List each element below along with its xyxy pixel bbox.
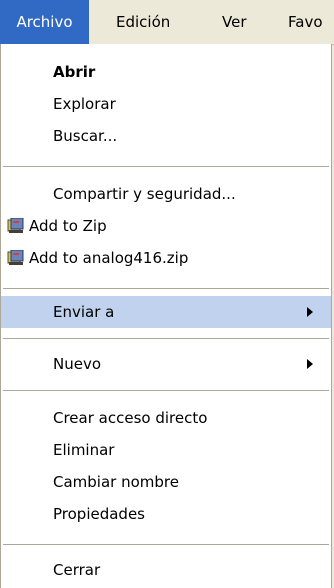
menu-separator <box>3 390 329 391</box>
menu-item-nuevo[interactable]: Nuevo <box>1 348 331 380</box>
winzip-icon <box>7 218 24 233</box>
menu-item-label: Nuevo <box>53 355 102 373</box>
menu-item-enviar-a[interactable]: Enviar a <box>1 296 331 328</box>
menu-separator <box>3 338 329 339</box>
menu-edicion[interactable]: Edición <box>104 0 182 44</box>
menu-item-compartir[interactable]: Compartir y seguridad... <box>1 178 331 210</box>
winzip-icon <box>7 250 24 265</box>
menu-archivo[interactable]: Archivo <box>0 0 89 44</box>
menu-separator <box>3 166 329 167</box>
menu-ver[interactable]: Ver <box>210 0 259 44</box>
menu-item-abrir[interactable]: Abrir <box>1 56 331 88</box>
menu-bar: Archivo Edición Ver Favo <box>0 0 334 45</box>
menu-item-explorar[interactable]: Explorar <box>1 88 331 120</box>
menu-item-label: Add to analog416.zip <box>29 249 189 267</box>
archivo-dropdown-menu: Abrir Explorar Buscar... Compartir y seg… <box>0 44 332 588</box>
menu-item-eliminar[interactable]: Eliminar <box>1 434 331 466</box>
menu-favoritos[interactable]: Favo <box>276 0 334 44</box>
menu-item-add-to-analog-zip[interactable]: Add to analog416.zip <box>1 242 331 274</box>
menu-separator <box>3 288 329 289</box>
menu-item-add-to-zip[interactable]: Add to Zip <box>1 210 331 242</box>
menu-item-crear-acceso-directo[interactable]: Crear acceso directo <box>1 402 331 434</box>
menu-item-cerrar[interactable]: Cerrar <box>1 554 331 586</box>
menu-item-label: Enviar a <box>53 303 115 321</box>
menu-item-buscar[interactable]: Buscar... <box>1 120 331 152</box>
menu-item-cambiar-nombre[interactable]: Cambiar nombre <box>1 466 331 498</box>
submenu-arrow-icon <box>307 307 313 317</box>
menu-separator <box>3 544 329 545</box>
submenu-arrow-icon <box>307 359 313 369</box>
menu-item-propiedades[interactable]: Propiedades <box>1 498 331 530</box>
menu-item-label: Add to Zip <box>29 217 107 235</box>
